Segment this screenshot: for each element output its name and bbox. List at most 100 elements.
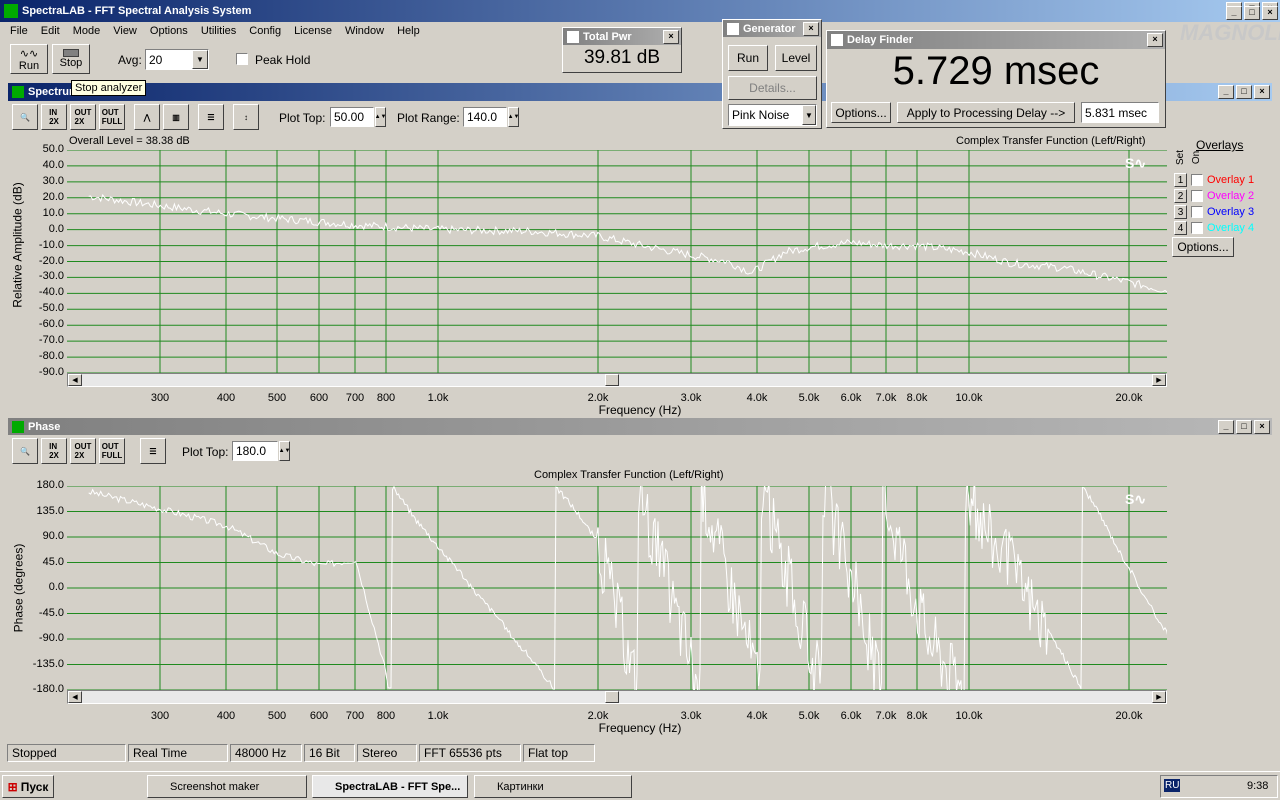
spectrum-plot[interactable]: S∿ xyxy=(67,150,1167,373)
menu-item-help[interactable]: Help xyxy=(397,25,420,37)
avg-select[interactable]: 20 ▼ xyxy=(145,49,209,70)
run-button[interactable]: ∿∿ Run xyxy=(10,44,48,74)
zoom-icon[interactable]: 🔍 xyxy=(12,438,38,464)
phase-plot[interactable]: S∿ xyxy=(67,486,1167,690)
taskbar-item-pictures[interactable]: Картинки xyxy=(474,775,632,798)
chevron-down-icon[interactable]: ▼ xyxy=(192,50,208,69)
plot-range-spinner[interactable]: ▲▼ xyxy=(508,107,519,127)
menu-item-mode[interactable]: Mode xyxy=(73,25,101,37)
spectrum-plot-title: Complex Transfer Function (Left/Right) xyxy=(956,135,1146,147)
bar-plot-icon[interactable]: ▥ xyxy=(163,104,189,130)
close-icon[interactable]: × xyxy=(663,30,679,44)
phase-plot-top-label: Plot Top: xyxy=(182,445,229,459)
overall-level: Overall Level = 38.38 dB xyxy=(69,135,190,147)
overlay-on-checkbox[interactable] xyxy=(1191,190,1203,202)
scroll-thumb[interactable] xyxy=(605,374,619,386)
scroll-left-icon[interactable]: ◀ xyxy=(68,374,82,386)
plot-range-field[interactable]: 140.0 xyxy=(463,107,507,127)
clock: 9:38 xyxy=(1247,780,1269,792)
close-icon[interactable]: × xyxy=(1254,420,1270,434)
minimize-icon[interactable]: _ xyxy=(1226,6,1242,20)
x-tick-label: 1.0k xyxy=(427,710,449,722)
zoom-in-2x-icon[interactable]: IN 2X xyxy=(41,104,67,130)
apply-delay-button[interactable]: Apply to Processing Delay --> xyxy=(897,102,1075,123)
zoom-out-full-icon[interactable]: OUT FULL xyxy=(99,104,125,130)
overlay-label: Overlay 4 xyxy=(1207,222,1255,234)
maximize-icon[interactable]: □ xyxy=(1236,420,1252,434)
overlays-options-button[interactable]: Options... xyxy=(1172,237,1234,257)
signal-type-select[interactable]: Pink Noise ▼ xyxy=(728,104,817,126)
taskbar-item-spectralab[interactable]: SpectraLAB - FFT Spe... xyxy=(312,775,468,798)
taskbar-item-screenshot-maker[interactable]: Screenshot maker xyxy=(147,775,307,798)
y-tick-label: -45.0 xyxy=(38,606,64,619)
overlay-on-checkbox[interactable] xyxy=(1191,174,1203,186)
close-icon[interactable]: × xyxy=(1254,85,1270,99)
y-tick-label: -135.0 xyxy=(32,657,64,670)
close-icon[interactable]: × xyxy=(1147,33,1163,47)
menu-item-config[interactable]: Config xyxy=(249,25,281,37)
menu-item-edit[interactable]: Edit xyxy=(41,25,60,37)
menu-item-license[interactable]: License xyxy=(294,25,332,37)
zoom-out-2x-icon[interactable]: OUT 2X xyxy=(70,438,96,464)
stop-button[interactable]: Stop xyxy=(52,44,90,74)
status-field: Flat top xyxy=(523,744,595,762)
x-tick-label: 5.0k xyxy=(798,710,820,722)
minimize-icon[interactable]: _ xyxy=(1218,420,1234,434)
plot-top-field[interactable]: 50.00 xyxy=(330,107,374,127)
close-icon[interactable]: × xyxy=(1262,6,1278,20)
scroll-right-icon[interactable]: ▶ xyxy=(1152,374,1166,386)
generator-run-button[interactable]: Run xyxy=(728,45,768,71)
scroll-thumb[interactable] xyxy=(605,691,619,703)
close-icon[interactable]: × xyxy=(803,22,819,36)
properties-icon[interactable]: ☰ xyxy=(198,104,224,130)
delay-options-button[interactable]: Options... xyxy=(831,102,891,123)
overlay-set-button[interactable]: 3 xyxy=(1174,205,1187,219)
zoom-out-full-icon[interactable]: OUT FULL xyxy=(99,438,125,464)
x-tick-label: 8.0k xyxy=(906,392,928,404)
chevron-down-icon[interactable]: ▼ xyxy=(802,105,816,125)
menu-item-file[interactable]: File xyxy=(10,25,28,37)
overlay-set-button[interactable]: 1 xyxy=(1174,173,1187,187)
menu-item-view[interactable]: View xyxy=(113,25,137,37)
menu-item-options[interactable]: Options xyxy=(150,25,188,37)
maximize-icon[interactable]: □ xyxy=(1236,85,1252,99)
menu-item-utilities[interactable]: Utilities xyxy=(201,25,236,37)
overlay-on-checkbox[interactable] xyxy=(1191,206,1203,218)
plot-top-spinner[interactable]: ▲▼ xyxy=(375,107,386,127)
start-button[interactable]: ⊞ Пуск xyxy=(2,775,54,798)
zoom-in-2x-icon[interactable]: IN 2X xyxy=(41,438,67,464)
x-tick-label: 8.0k xyxy=(906,710,928,722)
avg-label: Avg: xyxy=(118,53,142,67)
zoom-out-2x-icon[interactable]: OUT 2X xyxy=(70,104,96,130)
generator-level-button[interactable]: Level xyxy=(775,45,817,71)
y-tick-label: 180.0 xyxy=(36,479,64,491)
maximize-icon[interactable]: □ xyxy=(1244,6,1260,20)
generator-details-button[interactable]: Details... xyxy=(728,76,817,100)
x-tick-label: 7.0k xyxy=(875,392,897,404)
minimize-icon[interactable]: _ xyxy=(1218,85,1234,99)
properties-icon[interactable]: ☰ xyxy=(140,438,166,464)
menu-item-window[interactable]: Window xyxy=(345,25,384,37)
x-tick-label: 300 xyxy=(150,710,170,722)
phase-titlebar: Phase _ □ × xyxy=(8,418,1272,435)
x-tick-label: 10.0k xyxy=(955,710,983,722)
line-plot-icon[interactable]: ⋀ xyxy=(134,104,160,130)
overlay-set-button[interactable]: 4 xyxy=(1174,221,1187,235)
x-tick-label: 500 xyxy=(267,392,287,404)
scroll-right-icon[interactable]: ▶ xyxy=(1152,691,1166,703)
phase-plot-top-field[interactable]: 180.0 xyxy=(232,441,278,461)
peak-hold-checkbox[interactable] xyxy=(236,53,248,65)
zoom-icon[interactable]: 🔍 xyxy=(12,104,38,130)
x-tick-label: 300 xyxy=(150,392,170,404)
phase-scrollbar[interactable]: ◀ ▶ xyxy=(67,690,1167,704)
processing-delay-field[interactable]: 5.831 msec xyxy=(1081,102,1159,123)
y-tick-label: -20.0 xyxy=(38,254,64,267)
scroll-left-icon[interactable]: ◀ xyxy=(68,691,82,703)
autoscale-icon[interactable]: ↕ xyxy=(233,104,259,130)
phase-plot-top-spinner[interactable]: ▲▼ xyxy=(279,441,290,461)
language-indicator[interactable]: RU xyxy=(1164,779,1181,792)
overlay-on-checkbox[interactable] xyxy=(1191,222,1203,234)
window-icon xyxy=(831,34,843,46)
spectrum-scrollbar[interactable]: ◀ ▶ xyxy=(67,373,1167,387)
overlay-set-button[interactable]: 2 xyxy=(1174,189,1187,203)
